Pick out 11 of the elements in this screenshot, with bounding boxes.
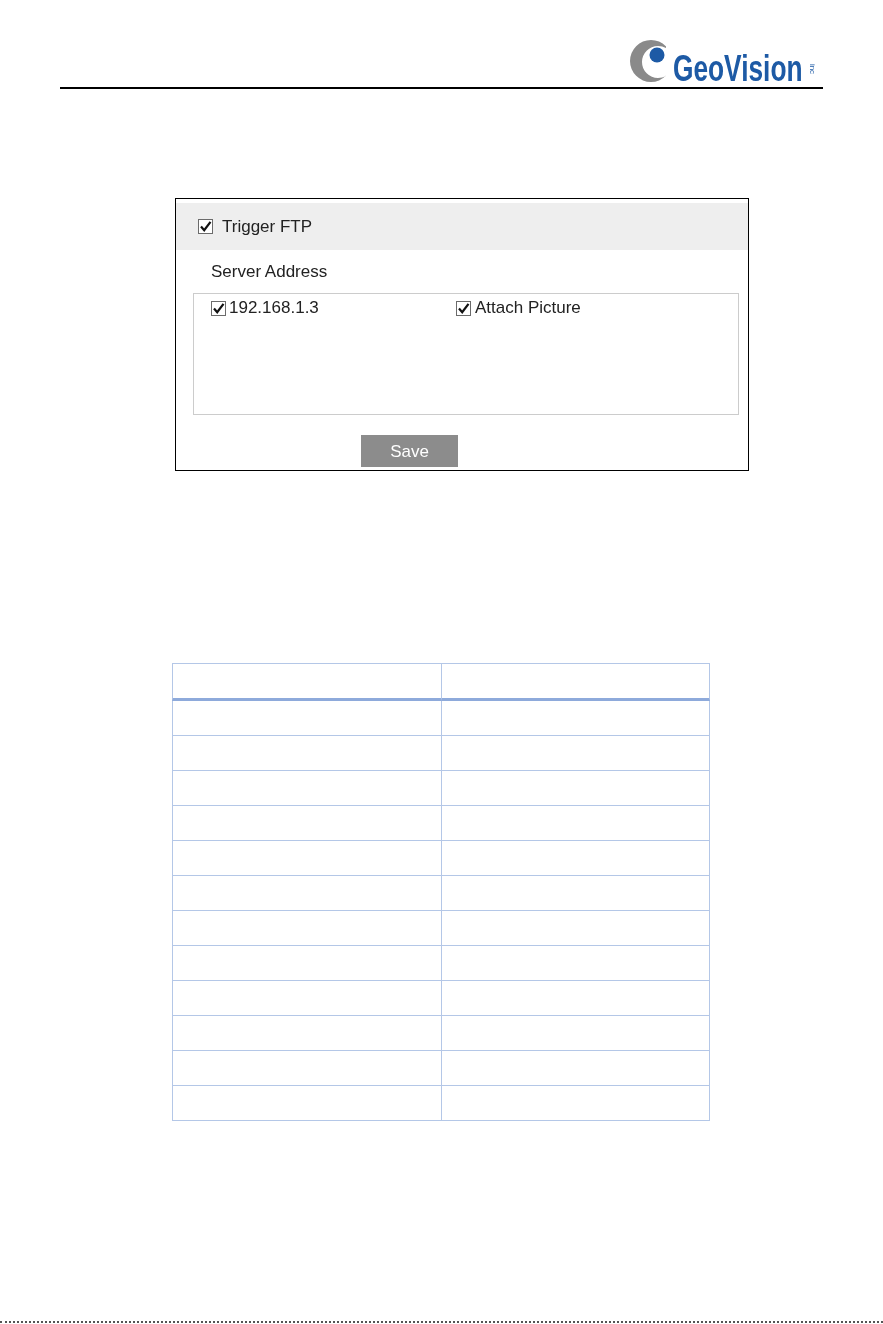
logo-wordmark: GeoVision xyxy=(673,54,803,84)
checkbox[interactable] xyxy=(198,219,213,234)
server-address: 192.168.1.3 xyxy=(229,297,319,319)
checkbox[interactable] xyxy=(211,300,226,316)
logo-icon xyxy=(630,40,666,82)
trigger-label: Trigger FTP xyxy=(222,215,313,238)
save-button[interactable]: Save xyxy=(361,435,458,467)
server-address-label: Server Address xyxy=(211,261,328,283)
checkbox[interactable] xyxy=(456,300,471,316)
attach-picture-label: Attach Picture xyxy=(475,297,581,319)
logo-suffix: inc xyxy=(808,63,816,75)
